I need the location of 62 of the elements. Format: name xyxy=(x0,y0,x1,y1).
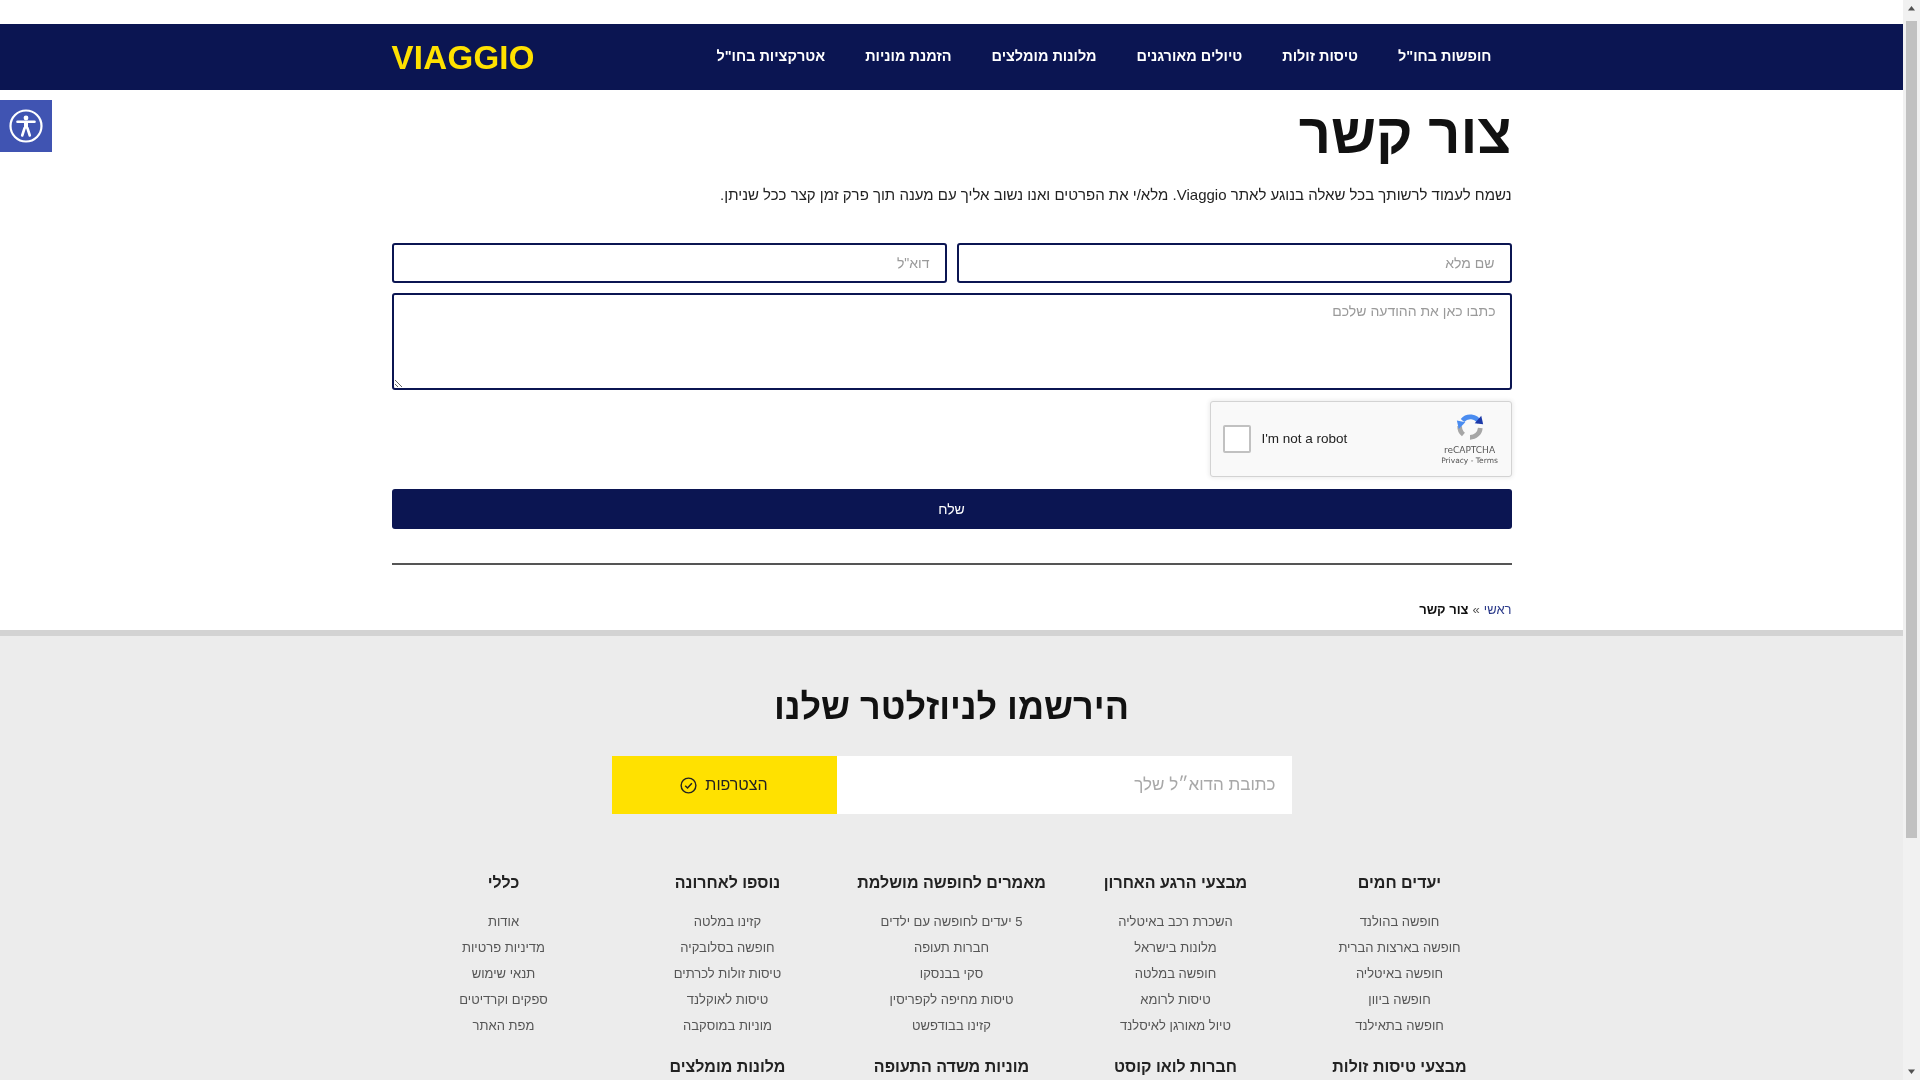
footer-link[interactable]: חופשה באיטליה xyxy=(1287,961,1512,987)
breadcrumb-current: צור קשר xyxy=(1419,601,1469,619)
footer-link[interactable]: קזינו בבודפשט xyxy=(839,1013,1064,1039)
footer-heading: יעדים חמים xyxy=(1356,873,1443,893)
intro-text: נשמח לעמוד לרשותך בכל שאלה בנוגע לאתר Viaggio. מלא/י את הפרטים ואנו נשוב אליך עם מענה תוך פרק זמן קצר ככל שניתן. xyxy=(719,185,1512,205)
scrollbar[interactable] xyxy=(1903,0,1920,1080)
footer-heading: מאמרים לחופשה מושלמת xyxy=(856,873,1047,893)
email-field[interactable]: כתובת הדוא״ל שלך xyxy=(836,756,1292,814)
join-button[interactable]: הצטרפות xyxy=(611,756,837,814)
footer-link[interactable]: חופשה במלטה xyxy=(1063,961,1288,987)
newsletter-title: הירשמו לניוזלטר שלנו xyxy=(773,685,1130,729)
footer-heading: חברות לואו קוסט xyxy=(1112,1057,1239,1077)
footer-heading: מוניות משדה התעופה xyxy=(872,1057,1031,1077)
footer-heading: מלונות מומלצים xyxy=(668,1057,787,1077)
footer-link[interactable]: חופשה בארצות הברית xyxy=(1287,935,1512,961)
footer-heading: כללי xyxy=(486,873,521,893)
footer-link[interactable]: חופשה ביוון xyxy=(1287,987,1512,1013)
scrollbar-thumb[interactable] xyxy=(1906,21,1917,838)
footer-heading: מבצעי טיסות זולות xyxy=(1331,1057,1468,1077)
breadcrumb-separator: » xyxy=(1472,601,1480,619)
captcha-label: I'm not a robot xyxy=(1261,429,1349,448)
footer-link[interactable]: מלונות בישראל xyxy=(1063,935,1288,961)
nav-link[interactable]: אטרקציות בחו"ל xyxy=(696,42,846,72)
footer-link[interactable]: חברות תעופה xyxy=(839,935,1064,961)
footer-link[interactable]: טיסות זולות לכרתים xyxy=(615,961,840,987)
footer-link[interactable]: חופשה בסלובקיה xyxy=(615,935,840,961)
footer-link[interactable]: מדיניות פרטיות xyxy=(391,935,616,961)
name-field[interactable]: שם מלא xyxy=(956,243,1512,283)
footer-link[interactable]: טיסות מחיפה לקפריסין xyxy=(839,987,1064,1013)
page-title: צור קשר xyxy=(1297,101,1512,167)
footer-link[interactable]: טיסות לאוקלנד xyxy=(615,987,840,1013)
footer-link[interactable]: חופשה בתאילנד xyxy=(1287,1013,1512,1039)
captcha-brand: reCAPTCHA xyxy=(1443,445,1496,456)
message-field[interactable]: כתבו כאן את ההודעה שלכם xyxy=(391,293,1512,390)
footer-link[interactable]: סקי בבנסקו xyxy=(839,961,1064,987)
accessibility-button[interactable] xyxy=(0,100,52,152)
nav-link[interactable]: חופשות בחו"ל xyxy=(1378,42,1512,72)
footer-link[interactable]: טיסות לרומא xyxy=(1063,987,1288,1013)
breadcrumb-link[interactable]: ראשי xyxy=(1483,600,1512,620)
footer-link[interactable]: קזינו במלטה xyxy=(615,909,840,935)
footer-link[interactable]: תנאי שימוש xyxy=(391,961,616,987)
nav-link[interactable]: הזמנת מוניות xyxy=(845,42,972,72)
footer-link[interactable]: חופשה בהולנד xyxy=(1287,909,1512,935)
email-field[interactable]: דוא"ל xyxy=(391,243,947,283)
footer-link[interactable]: ספקים וקרדיטים xyxy=(391,987,616,1013)
nav-link[interactable]: טיולים מאורגנים xyxy=(1116,42,1263,72)
footer-link[interactable]: מוניות במוסקבה xyxy=(615,1013,840,1039)
footer-link[interactable]: טיול מאורגן לאיסלנד xyxy=(1063,1013,1288,1039)
footer-heading: נוספו לאחרונה xyxy=(673,873,782,893)
circular-arrows-icon xyxy=(1454,412,1485,442)
footer-link[interactable]: מפת האתר xyxy=(391,1013,616,1039)
footer-link[interactable]: השכרת רכב באיטליה xyxy=(1063,909,1288,935)
footer-link[interactable]: אודות xyxy=(391,909,616,935)
nav-link[interactable]: מלונות מומלצים xyxy=(971,42,1117,72)
submit-button[interactable]: שלח xyxy=(391,489,1512,529)
accessibility-icon xyxy=(9,109,43,143)
nav-link[interactable]: טיסות זולות xyxy=(1262,42,1379,72)
check-circle-icon xyxy=(680,776,698,794)
logo[interactable]: VIAGGIO xyxy=(391,38,535,76)
footer-link[interactable]: 5 יעדים לחופשה עם ילדים xyxy=(839,909,1064,935)
captcha-checkbox[interactable] xyxy=(1222,425,1251,453)
footer-heading: מבצעי הרגע האחרון xyxy=(1102,873,1249,893)
